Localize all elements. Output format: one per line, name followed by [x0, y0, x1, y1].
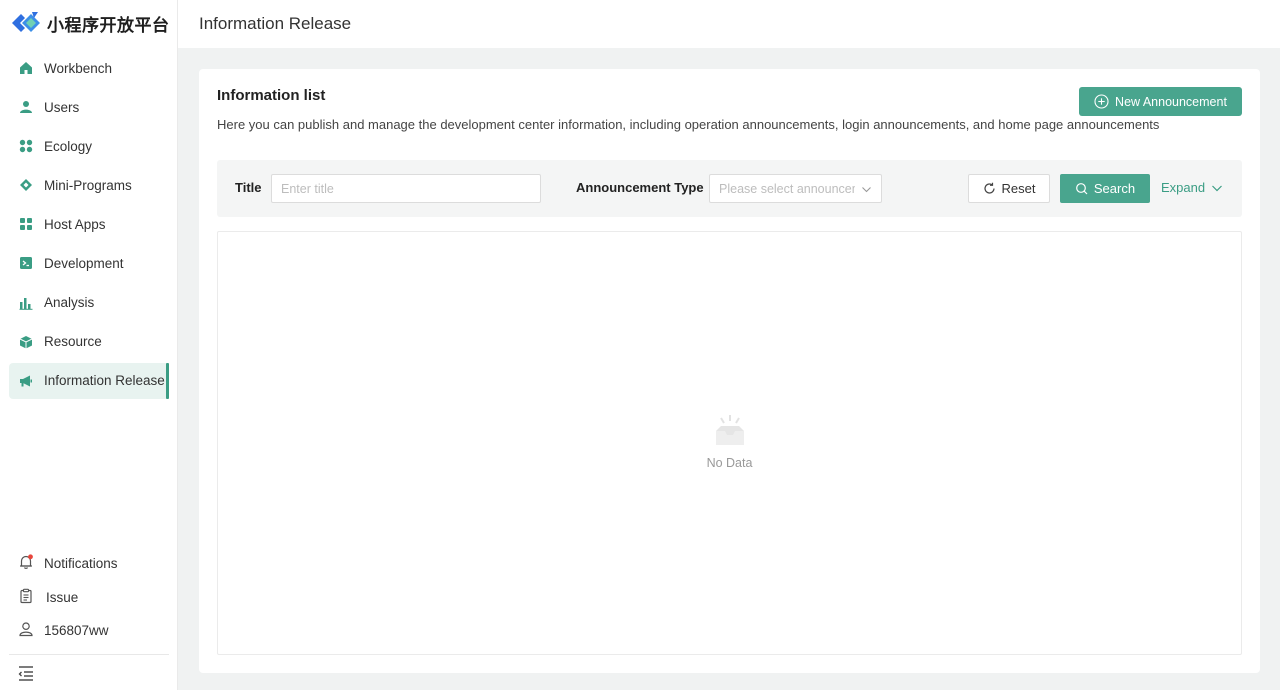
- title-label: Title: [235, 180, 262, 195]
- sidebar-bottom: Notifications Issue 156807ww: [9, 547, 169, 648]
- announcement-type-label: Announcement Type: [576, 180, 704, 195]
- sidebar-item-workbench[interactable]: Workbench: [9, 50, 169, 86]
- empty-state: No Data: [218, 414, 1241, 470]
- announcement-type-placeholder: Please select announcement type: [719, 181, 855, 196]
- sidebar-item-notifications[interactable]: Notifications: [9, 547, 169, 581]
- expand-label: Expand: [1161, 180, 1206, 195]
- sidebar: 小程序开放平台 Workbench Users Ecology Mini-Pro…: [0, 0, 178, 690]
- sidebar-item-resource[interactable]: Resource: [9, 324, 169, 360]
- reset-label: Reset: [1001, 181, 1036, 196]
- sidebar-item-label: Issue: [46, 589, 79, 605]
- sidebar-divider: [9, 654, 169, 655]
- sidebar-item-label: Information Release: [44, 373, 165, 389]
- apps-icon: [18, 216, 34, 232]
- sidebar-item-ecology[interactable]: Ecology: [9, 128, 169, 164]
- announcement-type-select[interactable]: Please select announcement type: [709, 174, 882, 203]
- sidebar-item-label: Development: [44, 255, 124, 271]
- sidebar-item-account[interactable]: 156807ww: [9, 614, 169, 648]
- user-icon: [18, 99, 34, 115]
- empty-box-icon: [715, 415, 744, 445]
- title-input[interactable]: [271, 174, 541, 203]
- clipboard-icon: [18, 588, 34, 607]
- plus-circle-icon: [1094, 94, 1109, 109]
- card-title: Information list: [217, 87, 326, 104]
- grid-icon: [18, 138, 34, 154]
- diamond-icon: [18, 177, 34, 193]
- chevron-down-icon: [1212, 185, 1223, 191]
- user-outline-icon: [18, 621, 34, 640]
- sidebar-item-label: Users: [44, 99, 80, 115]
- brand-logo-icon: [12, 12, 40, 32]
- announcement-table: No Data: [217, 231, 1242, 655]
- sidebar-item-label: Notifications: [44, 556, 118, 572]
- sidebar-item-label: Mini-Programs: [44, 177, 132, 193]
- sidebar-item-users[interactable]: Users: [9, 89, 169, 125]
- sidebar-item-mini-programs[interactable]: Mini-Programs: [9, 167, 169, 203]
- card-description: Here you can publish and manage the deve…: [217, 117, 1160, 132]
- brand-name: 小程序开放平台: [47, 15, 170, 36]
- sidebar-item-issue[interactable]: Issue: [9, 581, 169, 615]
- brand-logo[interactable]: 小程序开放平台: [12, 10, 170, 36]
- search-button[interactable]: Search: [1060, 174, 1150, 203]
- expand-toggle[interactable]: Expand: [1161, 180, 1223, 195]
- megaphone-icon: [18, 373, 34, 389]
- terminal-icon: [18, 255, 34, 271]
- sidebar-item-label: Resource: [44, 334, 102, 350]
- cube-icon: [18, 334, 34, 350]
- filter-bar: Title Announcement Type Please select an…: [217, 160, 1242, 217]
- page-title: Information Release: [199, 14, 352, 33]
- sidebar-item-analysis[interactable]: Analysis: [9, 285, 169, 321]
- refresh-icon: [983, 182, 995, 194]
- bell-icon: [18, 554, 34, 573]
- bar-chart-icon: [18, 295, 34, 311]
- sidebar-item-development[interactable]: Development: [9, 245, 169, 281]
- sidebar-item-label: 156807ww: [44, 623, 109, 639]
- information-list-card: Information list Here you can publish an…: [199, 69, 1260, 673]
- sidebar-item-label: Host Apps: [44, 216, 106, 232]
- page-header: Information Release: [178, 0, 1280, 48]
- search-label: Search: [1093, 181, 1136, 196]
- search-icon: [1075, 183, 1088, 195]
- sidebar-item-information-release[interactable]: Information Release: [9, 362, 169, 399]
- collapse-menu-icon[interactable]: [17, 664, 35, 682]
- sidebar-item-label: Ecology: [44, 138, 93, 154]
- reset-button[interactable]: Reset: [968, 174, 1050, 203]
- new-announcement-label: New Announcement: [1115, 94, 1227, 109]
- sidebar-item-host-apps[interactable]: Host Apps: [9, 206, 169, 242]
- sidebar-item-label: Analysis: [44, 295, 95, 311]
- new-announcement-button[interactable]: New Announcement: [1079, 87, 1242, 116]
- home-icon: [18, 60, 34, 76]
- sidebar-nav: Workbench Users Ecology Mini-Programs Ho…: [9, 50, 169, 402]
- empty-text: No Data: [706, 456, 753, 470]
- sidebar-item-label: Workbench: [44, 60, 113, 76]
- chevron-down-icon: [862, 187, 871, 193]
